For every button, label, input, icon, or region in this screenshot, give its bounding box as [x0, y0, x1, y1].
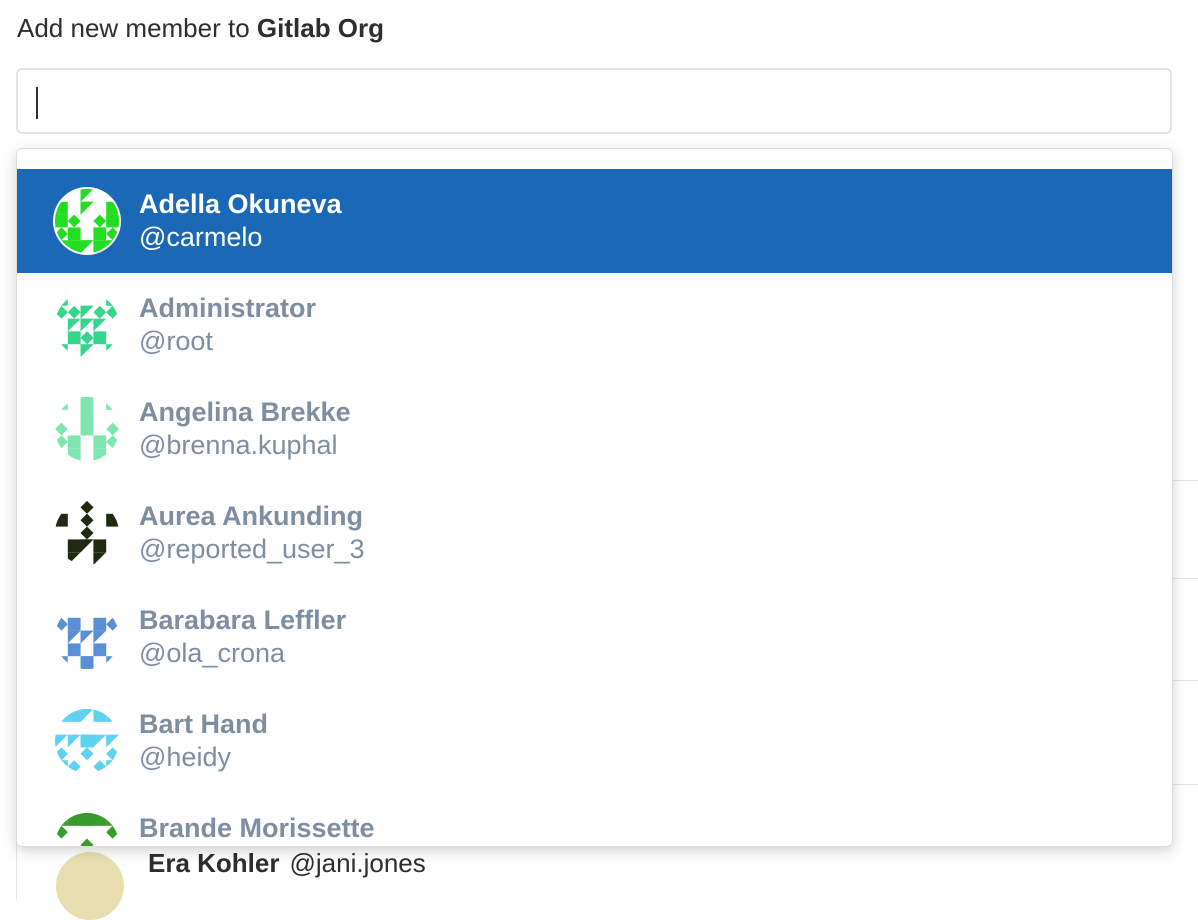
user-suggestion-item[interactable]: Aurea Ankunding @reported_user_3 — [17, 481, 1172, 585]
divider — [1172, 578, 1198, 579]
member-search-field[interactable] — [16, 68, 1172, 134]
user-name: Brande Morissette — [139, 813, 375, 843]
title-prefix: Add new member to — [17, 13, 250, 43]
user-username: @reported_user_3 — [139, 534, 365, 564]
divider — [1172, 784, 1198, 785]
user-name: Angelina Brekke — [139, 397, 351, 427]
page-title: Add new member to Gitlab Org — [17, 10, 384, 46]
avatar — [56, 852, 124, 920]
user-name: Bart Hand — [139, 709, 269, 739]
user-suggestion-item[interactable]: Brande Morissette — [17, 793, 1172, 846]
avatar — [55, 501, 119, 565]
user-suggestion-item[interactable]: Adella Okuneva @carmelo — [17, 169, 1172, 273]
avatar — [55, 813, 119, 846]
user-suggestion-item[interactable]: Angelina Brekke @brenna.kuphal — [17, 377, 1172, 481]
user-username: @ola_crona — [139, 638, 285, 668]
user-name: Aurea Ankunding — [139, 501, 364, 531]
avatar — [55, 189, 119, 253]
avatar — [55, 293, 119, 357]
text-caret — [36, 87, 38, 119]
avatar — [55, 605, 119, 669]
user-username: @root — [139, 326, 213, 356]
user-username: @carmelo — [139, 222, 263, 252]
user-username: @heidy — [139, 742, 231, 772]
group-name: Gitlab Org — [256, 13, 385, 43]
user-name: Barabara Leffler — [139, 605, 347, 635]
user-suggestion-item[interactable]: Administrator @root — [17, 273, 1172, 377]
user-suggestions-dropdown: Adella Okuneva @carmelo Administrator @root… — [16, 148, 1173, 847]
avatar — [55, 709, 119, 773]
user-name: Adella Okuneva — [139, 189, 342, 219]
member-search-input[interactable] — [18, 70, 1170, 132]
avatar — [55, 397, 119, 461]
user-suggestion-item[interactable]: Barabara Leffler @ola_crona — [17, 585, 1172, 689]
divider — [1172, 680, 1198, 681]
user-name: Administrator — [139, 293, 317, 323]
user-username: @brenna.kuphal — [139, 430, 338, 460]
user-suggestions-list: Adella Okuneva @carmelo Administrator @root… — [17, 169, 1172, 846]
user-suggestion-item[interactable]: Bart Hand @heidy — [17, 689, 1172, 793]
